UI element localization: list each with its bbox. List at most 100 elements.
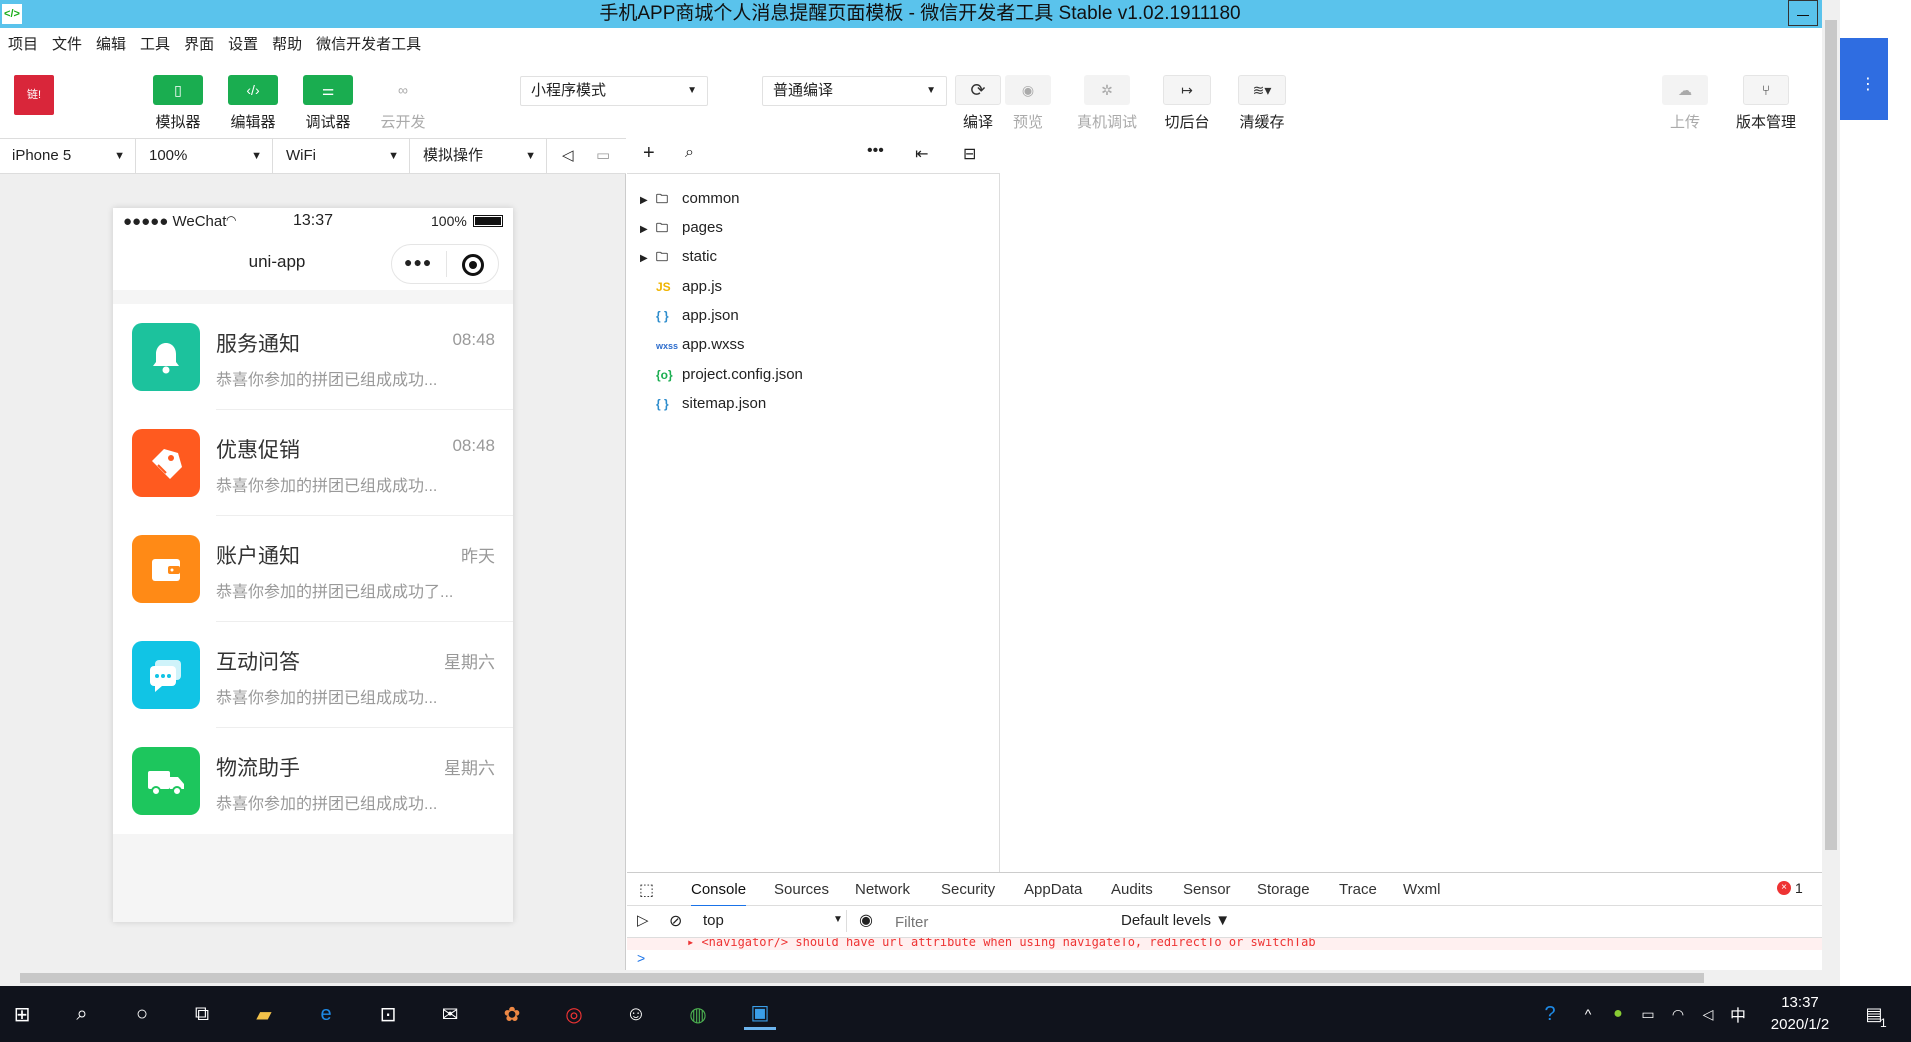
search-icon[interactable]: ⌕ [66, 998, 98, 1030]
tab-audits[interactable]: Audits [1111, 873, 1153, 907]
menu-item-settings[interactable]: 设置 [228, 33, 258, 54]
avatar[interactable]: 链! [14, 75, 54, 115]
title-bar: </> 手机APP商城个人消息提醒页面模板 - 微信开发者工具 Stable v… [0, 0, 1840, 28]
network-select[interactable]: WiFi ▼ [274, 139, 410, 173]
netease-music-icon[interactable]: ◎ [558, 998, 590, 1030]
error-icon: × [1777, 881, 1791, 895]
store-icon[interactable]: ⊡ [372, 998, 404, 1030]
menu-item-devtools[interactable]: 微信开发者工具 [316, 33, 421, 54]
tab-wxml[interactable]: Wxml [1403, 873, 1441, 907]
windows-start-icon[interactable]: ⊞ [6, 998, 38, 1030]
editor-button[interactable]: ‹/› 编辑器 [225, 75, 281, 132]
window-toggle-button[interactable]: ▭ [586, 139, 622, 173]
tray-app-icon[interactable]: ● [1602, 998, 1634, 1030]
real-device-debug-button[interactable]: ✲ 真机调试 [1073, 75, 1141, 132]
tab-appdata[interactable]: AppData [1024, 873, 1082, 907]
more-dots-icon[interactable]: ●●● [404, 254, 432, 270]
tree-folder-static[interactable]: ▶ 🗀 static [640, 245, 717, 269]
device-select[interactable]: iPhone 5 ▼ [0, 139, 136, 173]
help-icon[interactable]: ? [1534, 998, 1566, 1030]
compile-select[interactable]: 普通编译 ▼ [762, 76, 947, 106]
battery-icon[interactable]: ▭ [1632, 998, 1664, 1030]
list-item[interactable]: 优惠促销 08:48 恭喜你参加的拼团已组成成功... [113, 410, 513, 516]
filter-input[interactable] [889, 910, 1109, 934]
message-time: 昨天 [461, 547, 495, 566]
config-file-icon: {o} [656, 368, 673, 382]
volume-icon[interactable]: ◁ [1692, 998, 1724, 1030]
background-button[interactable]: ↦ 切后台 [1161, 75, 1213, 132]
cortana-icon[interactable]: ○ [126, 998, 158, 1030]
clear-console-icon[interactable]: ⊘ [669, 911, 682, 931]
more-icon[interactable]: ••• [867, 142, 884, 160]
tree-file-app-json[interactable]: { } app.json [656, 304, 739, 328]
menu-item-view[interactable]: 界面 [184, 33, 214, 54]
cloud-dev-button[interactable]: ∞ 云开发 [375, 75, 431, 132]
error-count[interactable]: 1 [1795, 880, 1803, 896]
menu-item-edit[interactable]: 编辑 [96, 33, 126, 54]
list-item[interactable]: 服务通知 08:48 恭喜你参加的拼团已组成成功... [113, 304, 513, 410]
version-control-button[interactable]: ⑂ 版本管理 [1734, 75, 1798, 132]
tab-trace[interactable]: Trace [1339, 873, 1377, 907]
menu-item-help[interactable]: 帮助 [272, 33, 302, 54]
collapse-icon[interactable]: ⇤ [915, 144, 928, 164]
chevron-down-icon: ▼ [926, 85, 936, 96]
tab-console[interactable]: Console [691, 873, 747, 907]
edge-browser-icon[interactable]: e [310, 998, 342, 1030]
log-levels-select[interactable]: Default levels ▼ [1121, 912, 1230, 929]
menu-item-project[interactable]: 项目 [8, 33, 38, 54]
menu-item-tools[interactable]: 工具 [140, 33, 170, 54]
horizontal-scroll-thumb[interactable] [20, 973, 1704, 983]
mute-button[interactable]: ◁ [550, 139, 586, 173]
menu-item-file[interactable]: 文件 [52, 33, 82, 54]
mail-icon[interactable]: ✉ [434, 998, 466, 1030]
tab-security[interactable]: Security [941, 873, 995, 907]
console-prompt[interactable]: > [627, 950, 1824, 970]
tree-file-sitemap-json[interactable]: { } sitemap.json [656, 392, 766, 416]
list-item[interactable]: 账户通知 昨天 恭喜你参加的拼团已组成成功了... [113, 516, 513, 622]
inspect-element-icon[interactable]: ⬚ [639, 880, 654, 900]
compile-button[interactable]: ⟳ 编译 [953, 75, 1003, 132]
editor-area[interactable] [1001, 138, 1824, 872]
mode-select[interactable]: 小程序模式 ▼ [520, 76, 708, 106]
context-select[interactable]: top ▼ [697, 910, 847, 932]
clear-cache-button[interactable]: ≋▾ 清缓存 [1236, 75, 1288, 132]
tree-file-app-wxss[interactable]: wxss app.wxss [656, 333, 745, 357]
tray-expand-icon[interactable]: ^ [1572, 998, 1604, 1030]
hide-panel-icon[interactable]: ⊟ [963, 144, 976, 164]
task-view-icon[interactable]: ⧉ [186, 998, 218, 1030]
chrome-icon[interactable]: ◍ [682, 998, 714, 1030]
preview-button[interactable]: ◉ 预览 [1003, 75, 1053, 132]
tree-folder-pages[interactable]: ▶ 🗀 pages [640, 216, 723, 240]
tab-sensor[interactable]: Sensor [1183, 873, 1231, 907]
tree-folder-common[interactable]: ▶ 🗀 common [640, 187, 740, 211]
taskbar-clock[interactable]: 13:37 2020/1/2 [1762, 992, 1838, 1036]
tab-sources[interactable]: Sources [774, 873, 829, 907]
sidebar-toggle-icon[interactable]: ▷ [637, 911, 649, 929]
ime-indicator[interactable]: 中 [1722, 998, 1754, 1030]
qq-icon[interactable]: ☺ [620, 998, 652, 1030]
more-vertical-icon[interactable]: ⋮ [1860, 74, 1876, 94]
network-icon[interactable]: ◠ [1662, 998, 1694, 1030]
tree-file-project-config[interactable]: {o} project.config.json [656, 363, 803, 387]
version-label: 版本管理 [1735, 114, 1796, 131]
close-target-icon[interactable] [462, 254, 484, 276]
tab-storage[interactable]: Storage [1257, 873, 1310, 907]
upload-button[interactable]: ☁ 上传 [1660, 75, 1710, 132]
wallet-icon [132, 535, 200, 603]
eye-icon[interactable]: ◉ [859, 910, 873, 930]
search-icon[interactable]: ⌕ [685, 144, 694, 162]
wechat-devtools-taskbar-icon[interactable]: ▣ [744, 998, 776, 1030]
minimize-button[interactable] [1788, 0, 1818, 26]
tab-network[interactable]: Network [855, 873, 910, 907]
tree-file-app-js[interactable]: JS app.js [656, 275, 722, 299]
list-item[interactable]: 物流助手 星期六 恭喜你参加的拼团已组成成功... [113, 728, 513, 834]
vertical-scroll-thumb[interactable] [1825, 20, 1837, 850]
simulator-button[interactable]: ▯ 模拟器 [150, 75, 206, 132]
list-item[interactable]: 互动问答 星期六 恭喜你参加的拼团已组成成功... [113, 622, 513, 728]
zoom-select[interactable]: 100% ▼ [137, 139, 273, 173]
file-explorer-icon[interactable]: ▰ [248, 998, 280, 1030]
simulate-ops-select[interactable]: 模拟操作 ▼ [411, 139, 547, 173]
debugger-button[interactable]: ⚌ 调试器 [300, 75, 356, 132]
add-file-icon[interactable]: + [643, 142, 655, 165]
photos-app-icon[interactable]: ✿ [496, 998, 528, 1030]
